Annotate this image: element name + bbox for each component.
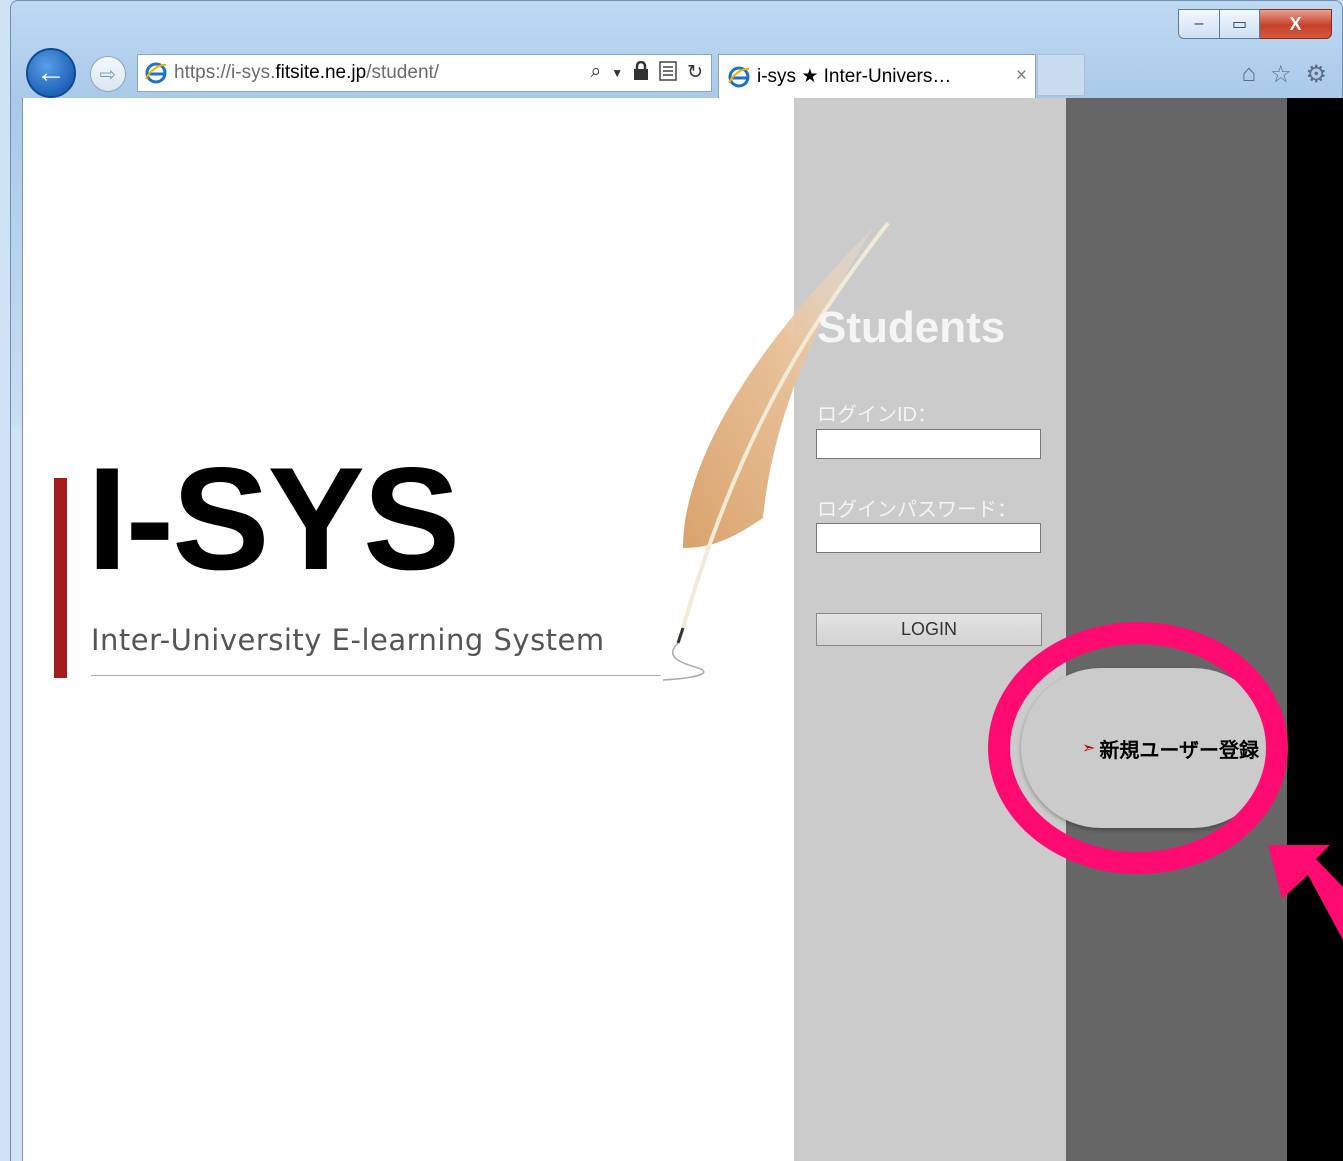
back-icon: ← — [36, 56, 66, 89]
forward-button[interactable]: ⇨ — [90, 56, 126, 92]
address-url[interactable]: https://i-sys.fitsite.ne.jp/student/ — [174, 62, 439, 84]
gear-icon[interactable]: ⚙ — [1305, 60, 1327, 89]
login-password-input[interactable] — [816, 523, 1041, 553]
minimize-button[interactable]: – — [1178, 9, 1220, 39]
login-button[interactable]: LOGIN — [816, 613, 1042, 646]
address-bar-tools: ⌕ ▼ ↻ — [591, 60, 703, 87]
annotation-highlight-ellipse — [988, 622, 1288, 874]
forward-icon: ⇨ — [99, 63, 117, 86]
tab-title: i-sys ★ Inter-Univers… — [757, 66, 952, 87]
search-icon[interactable]: ⌕ — [591, 61, 602, 87]
tab-close-icon[interactable]: × — [1016, 65, 1027, 87]
ie-logo-icon — [727, 65, 751, 89]
close-window-button[interactable]: X — [1260, 9, 1332, 39]
compatibility-icon[interactable] — [659, 61, 677, 87]
login-password-label: ログインパスワード： — [817, 499, 1017, 521]
ie-logo-icon — [144, 61, 168, 85]
refresh-icon[interactable]: ↻ — [687, 61, 703, 87]
login-id-input[interactable] — [816, 429, 1041, 459]
logo-subtitle: Inter-University E-learning System — [91, 623, 605, 657]
logo-title: I-SYS — [87, 437, 460, 600]
page-heading: Students — [817, 303, 1006, 352]
home-icon[interactable]: ⌂ — [1241, 60, 1256, 89]
new-tab-button[interactable] — [1037, 54, 1085, 96]
dropdown-icon[interactable]: ▼ — [611, 61, 623, 87]
logo-underline — [91, 675, 661, 676]
logo-accent-bar — [54, 478, 67, 678]
window-caption-buttons: – ▭ X — [1178, 9, 1332, 39]
browser-tab[interactable]: i-sys ★ Inter-Univers… × — [718, 54, 1036, 98]
favorites-star-icon[interactable]: ☆ — [1270, 60, 1292, 89]
login-id-label: ログインID： — [817, 404, 937, 426]
lock-icon[interactable] — [633, 60, 649, 87]
back-button[interactable]: ← — [26, 48, 76, 98]
address-bar[interactable]: https://i-sys.fitsite.ne.jp/student/ ⌕ ▼… — [137, 54, 712, 92]
annotation-arrow-icon — [1268, 845, 1343, 940]
browser-toolbar-right: ⌂ ☆ ⚙ — [1241, 60, 1327, 89]
black-column — [1287, 98, 1343, 1161]
maximize-button[interactable]: ▭ — [1220, 9, 1260, 39]
